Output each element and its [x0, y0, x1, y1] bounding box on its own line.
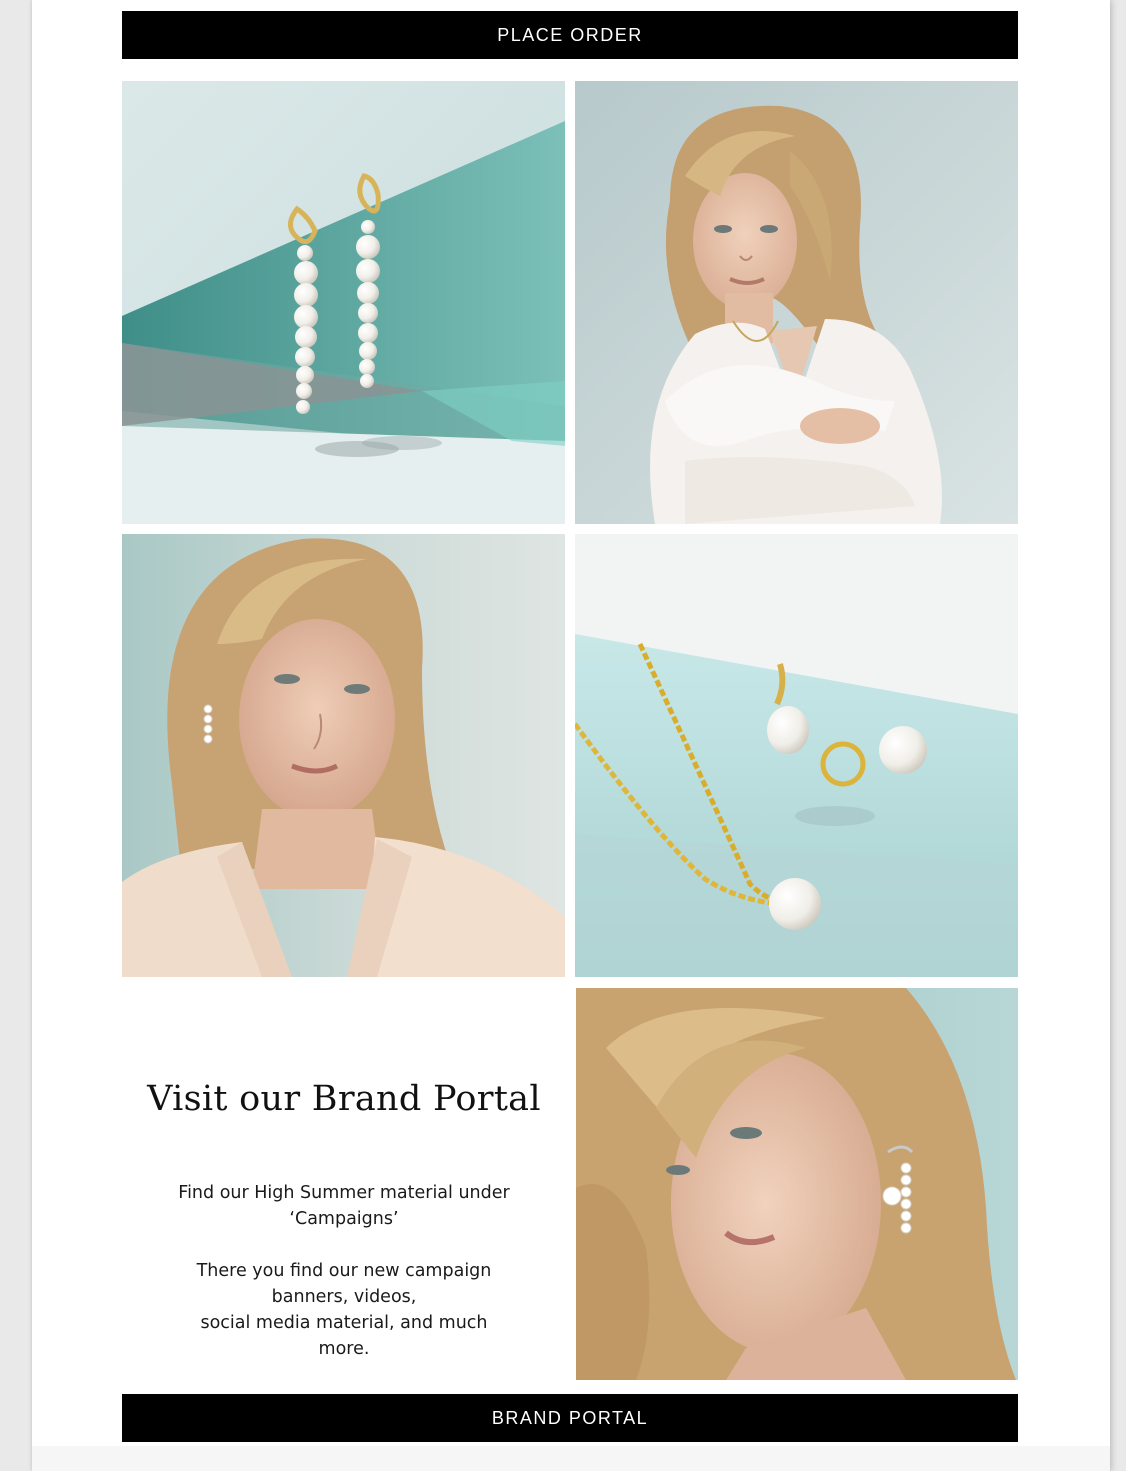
promo-line: Find our High Summer material under: [178, 1183, 510, 1203]
place-order-button[interactable]: PLACE ORDER: [122, 11, 1018, 59]
newsletter-card: PLACE ORDER Visit our Brand Portal Find …: [32, 0, 1110, 1471]
promo-line: social media material, and much: [200, 1313, 488, 1333]
model-white-shirt-photo[interactable]: [575, 81, 1018, 524]
promo-line: banners, videos,: [271, 1287, 417, 1307]
brand-portal-button[interactable]: BRAND PORTAL: [122, 1394, 1018, 1442]
brand-portal-promo: Visit our Brand Portal Find our High Sum…: [122, 1070, 566, 1362]
email-viewport: PLACE ORDER Visit our Brand Portal Find …: [0, 0, 1126, 1471]
model-beige-blazer-photo[interactable]: [122, 534, 565, 977]
promo-line: There you find our new campaign: [196, 1261, 492, 1281]
model-pearl-earring-closeup-photo[interactable]: [576, 988, 1018, 1380]
gold-chain-pearl-pendant-photo[interactable]: [575, 534, 1018, 977]
promo-body: Find our High Summer material under ‘Cam…: [164, 1180, 524, 1362]
promo-line: ‘Campaigns’: [289, 1209, 399, 1229]
promo-headline: Visit our Brand Portal: [147, 1079, 541, 1119]
footer-strip: [32, 1446, 1110, 1471]
pearl-drop-earrings-photo[interactable]: [122, 81, 565, 524]
promo-line: more.: [318, 1339, 370, 1359]
